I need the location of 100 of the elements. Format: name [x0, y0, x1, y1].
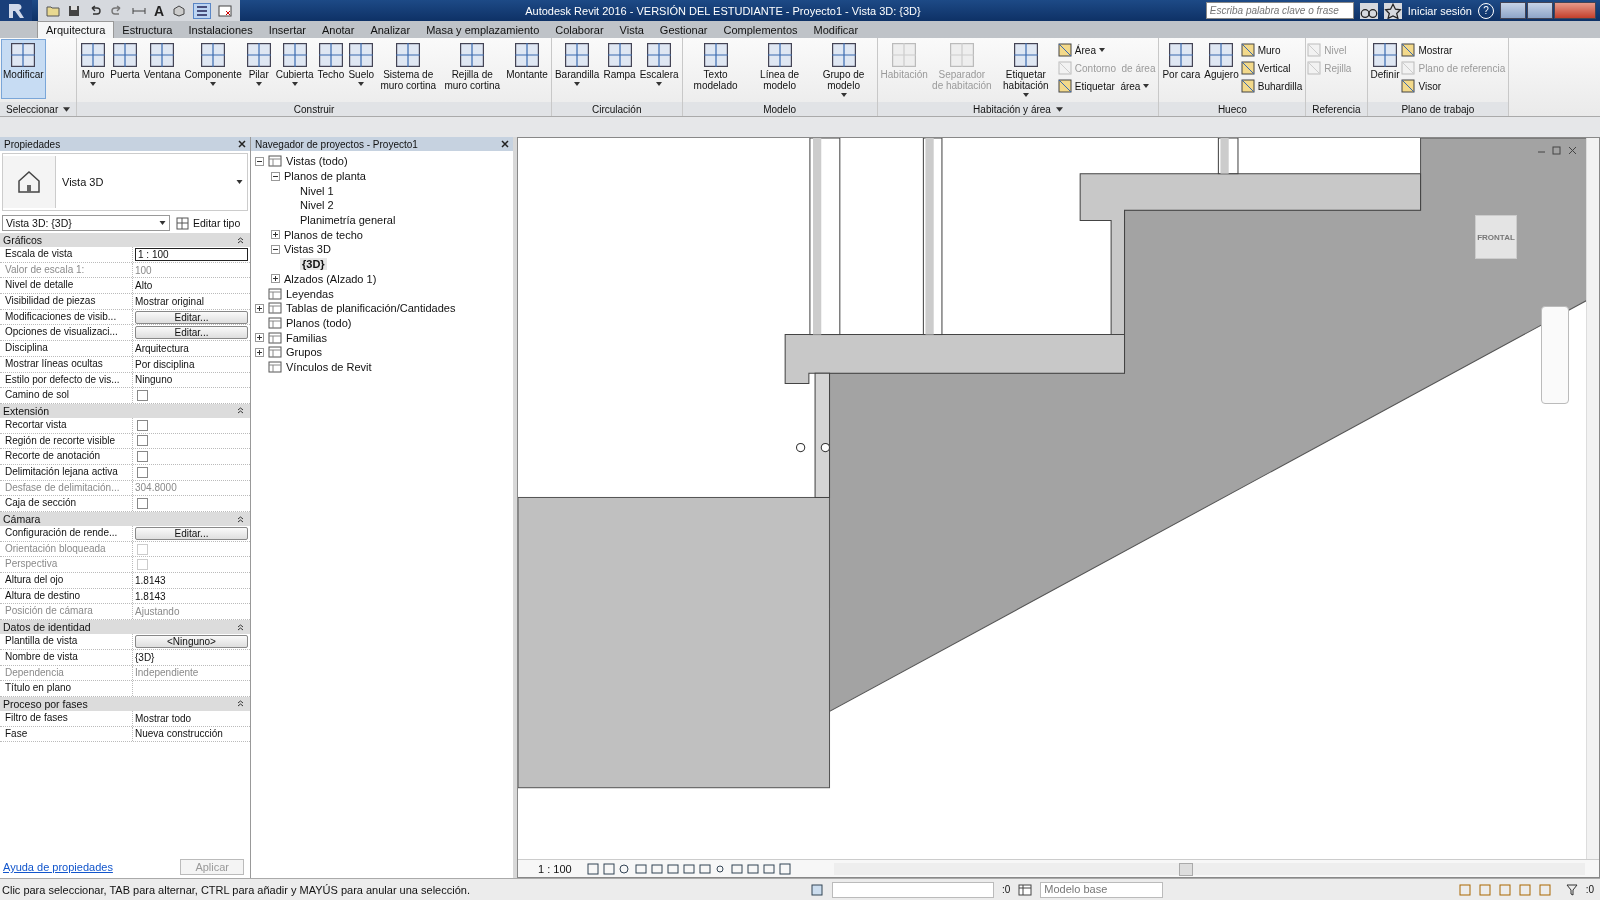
collapse-icon[interactable] — [237, 236, 244, 244]
edit-button[interactable]: Editar... — [135, 326, 248, 340]
tree-item[interactable]: Vistas 3D — [284, 243, 331, 256]
expand-toggle[interactable] — [271, 171, 280, 181]
minimize-button[interactable] — [1500, 2, 1526, 19]
edit-button[interactable]: Editar... — [135, 310, 248, 324]
tree-item[interactable]: Nivel 2 — [300, 199, 334, 212]
ribbon-tool-button[interactable]: Etiquetar área — [1057, 79, 1158, 93]
ribbon-tool-button[interactable]: Componente — [182, 39, 244, 99]
list-icon[interactable] — [194, 3, 211, 18]
collapse-icon[interactable] — [237, 623, 244, 631]
group-header[interactable]: Extensión — [3, 404, 50, 417]
ribbon-tab[interactable]: Colaborar — [547, 22, 612, 38]
ribbon-panel-title[interactable]: Circulación — [551, 102, 682, 116]
design-option-dropdown[interactable]: Modelo base — [1040, 881, 1164, 898]
folder-icon[interactable] — [46, 4, 60, 17]
ribbon-tool-button[interactable]: Buhardilla — [1240, 79, 1305, 93]
ribbon-tool-button[interactable]: Cubierta — [273, 39, 316, 99]
checkbox[interactable] — [137, 451, 148, 463]
edit-type-button[interactable]: Editar tipo — [176, 216, 241, 230]
ribbon-tool-button[interactable]: Mostrar — [1401, 43, 1508, 57]
ribbon-tool-button[interactable]: Etiquetar habitación — [993, 39, 1058, 99]
tree-item[interactable]: Vistas (todo) — [286, 155, 348, 168]
collapse-icon[interactable] — [237, 700, 244, 708]
horizontal-scrollbar[interactable] — [833, 862, 1585, 875]
close-icon[interactable] — [238, 140, 246, 148]
checkbox[interactable] — [137, 435, 148, 447]
ribbon-tool-button[interactable]: Modificar — [1, 39, 46, 99]
ribbon-tool-button[interactable]: Ventana — [141, 39, 183, 99]
view-cube[interactable]: FRONTAL — [1475, 215, 1517, 259]
text-tool-button[interactable]: A — [154, 2, 165, 19]
ribbon-panel-title[interactable]: Hueco — [1159, 102, 1306, 116]
ribbon-tool-button[interactable]: Línea de modelo — [747, 39, 812, 99]
ribbon-panel-title[interactable]: Seleccionar — [0, 102, 77, 116]
expand-toggle[interactable] — [271, 274, 280, 284]
expand-toggle[interactable] — [255, 303, 264, 313]
ribbon-panel-title[interactable]: Referencia — [1306, 102, 1367, 116]
expand-toggle[interactable] — [255, 347, 264, 357]
type-selector[interactable]: Vista 3D — [2, 153, 248, 211]
ribbon-tool-button[interactable]: Texto modelado — [683, 39, 748, 99]
instance-dropdown[interactable]: Vista 3D: {3D} — [2, 215, 170, 231]
edit-button[interactable]: <Ninguno> — [135, 634, 248, 648]
window-controls-icon[interactable] — [1537, 146, 1577, 155]
tree-item[interactable]: Tablas de planificación/Cantidades — [286, 302, 456, 315]
edit-button[interactable]: Editar... — [135, 526, 248, 540]
ribbon-tool-button[interactable]: Área — [1057, 43, 1158, 57]
ribbon-tool-button[interactable]: Suelo — [346, 39, 377, 99]
ribbon-tab[interactable]: Estructura — [114, 22, 181, 38]
checkbox[interactable] — [137, 419, 148, 431]
expand-toggle[interactable] — [255, 156, 264, 166]
ribbon-tool-button[interactable]: Puerta — [108, 39, 142, 99]
ribbon-tool-button[interactable]: Grupo de modelo — [811, 39, 876, 99]
save-icon[interactable] — [68, 4, 80, 17]
ribbon-tool-button[interactable]: Muro — [78, 39, 109, 99]
ribbon-tab[interactable]: Analizar — [362, 22, 419, 38]
tree-item[interactable]: Planos de planta — [284, 170, 366, 183]
ribbon-panel-title[interactable]: Habitación y área — [877, 102, 1159, 116]
ribbon-tab[interactable]: Masa y emplazamiento — [418, 22, 548, 38]
tree-item[interactable]: Nivel 1 — [300, 184, 334, 197]
tree-item[interactable]: Grupos — [286, 346, 323, 359]
ribbon-tool-button[interactable]: Visor — [1401, 79, 1508, 93]
close-button[interactable] — [1554, 2, 1596, 19]
ribbon-panel-title[interactable]: Plano de trabajo — [1367, 102, 1509, 116]
expand-toggle[interactable] — [255, 333, 264, 343]
app-menu-button[interactable] — [0, 0, 32, 21]
tree-item[interactable]: Familias — [286, 331, 327, 344]
ribbon-tool-button[interactable]: Vertical — [1240, 61, 1305, 75]
tree-item[interactable]: Alzados (Alzado 1) — [284, 272, 377, 285]
ribbon-tab[interactable]: Instalaciones — [180, 22, 261, 38]
tree-item[interactable]: {3D} — [300, 258, 327, 271]
ribbon-tool-button[interactable]: Definir — [1368, 39, 1402, 99]
star-icon[interactable] — [1383, 2, 1402, 19]
ribbon-tab[interactable]: Insertar — [260, 22, 314, 38]
tree-item[interactable]: Leyendas — [286, 287, 334, 300]
ribbon-tool-button[interactable]: Barandilla — [552, 39, 602, 99]
group-header[interactable]: Cámara — [3, 513, 41, 525]
ribbon-tool-button[interactable]: Techo — [315, 39, 347, 99]
table-icon[interactable] — [1018, 883, 1033, 896]
ribbon-tab[interactable]: Arquitectura — [37, 21, 115, 38]
collapse-icon[interactable] — [237, 515, 244, 523]
ribbon-tool-button[interactable]: Escalera — [637, 39, 681, 99]
ribbon-tool-button[interactable]: Por cara — [1160, 39, 1203, 99]
workset-icon[interactable] — [810, 882, 824, 897]
ribbon-tool-button[interactable]: Muro — [1240, 43, 1305, 57]
ribbon-tab[interactable]: Vista — [611, 22, 652, 38]
ribbon-tool-button[interactable]: Agujero — [1202, 39, 1241, 99]
ribbon-panel-title[interactable]: Construir — [77, 102, 551, 116]
checkbox[interactable] — [137, 466, 148, 478]
close-icon[interactable] — [501, 140, 509, 148]
group-header[interactable]: Gráficos — [3, 234, 43, 246]
ribbon-tool-button[interactable]: Pilar — [243, 39, 274, 99]
checkbox[interactable] — [137, 390, 148, 402]
ribbon-tab[interactable]: Anotar — [313, 22, 363, 38]
tree-item[interactable]: Planimetría general — [300, 214, 396, 227]
maximize-button[interactable] — [1527, 2, 1553, 19]
checkbox[interactable] — [137, 498, 148, 510]
tree-item[interactable]: Planos (todo) — [286, 316, 352, 329]
tree-item[interactable]: Planos de techo — [284, 228, 363, 241]
view-scale[interactable]: 1 : 100 — [538, 862, 572, 875]
vertical-scrollbar[interactable] — [1586, 138, 1599, 859]
